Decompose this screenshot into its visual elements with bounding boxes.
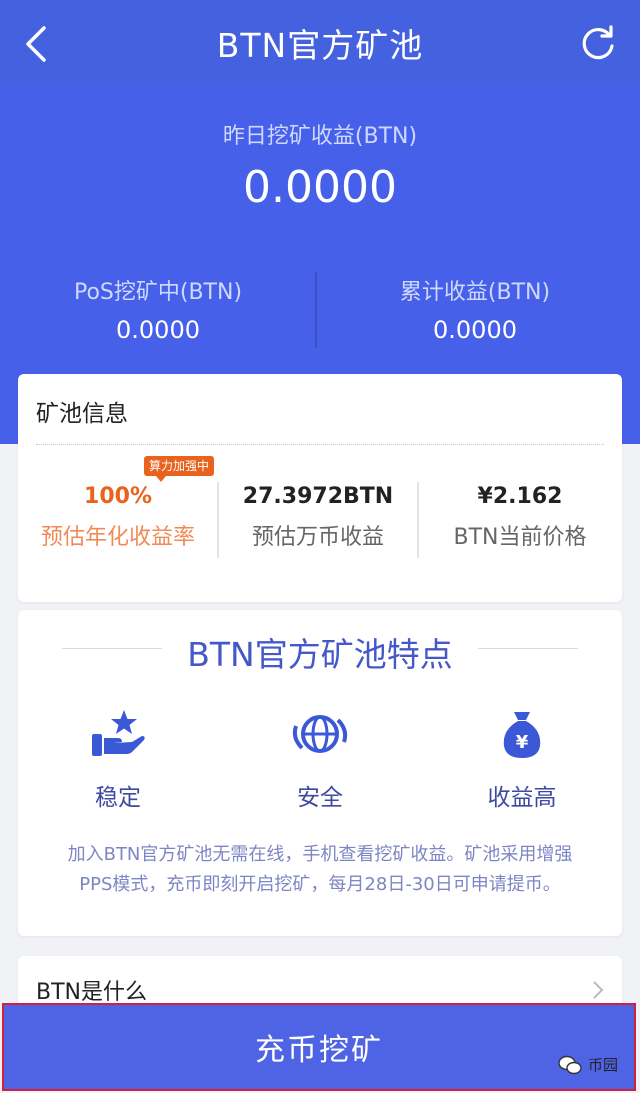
pool-info-card: 矿池信息 算力加强中 100% 预估年化收益率 27.3972BTN 预估万币收… <box>18 374 622 602</box>
per-10k-earnings-label: 预估万币收益 <box>251 525 384 550</box>
chevron-right-icon <box>593 981 604 999</box>
pos-mining-stat: PoS挖矿中(BTN) 0.0000 <box>0 274 316 344</box>
title-line-right <box>478 648 578 649</box>
annual-yield-stat: 100% 预估年化收益率 <box>18 484 218 551</box>
features-card: BTN官方矿池特点 稳定 安全 ¥ 收益高 加入BTN官方矿池无需在线，手机查看… <box>18 610 622 936</box>
description-line: 加入BTN官方矿池无需在线，手机查看挖矿收益。矿池采用增强 <box>67 844 573 865</box>
per-10k-earnings-stat: 27.3972BTN 预估万币收益 <box>218 484 418 551</box>
annual-yield-value: 100% <box>84 484 152 509</box>
feature-high-yield-label: 收益高 <box>487 785 557 811</box>
money-bag-icon: ¥ <box>503 712 541 758</box>
annual-yield-label: 预估年化收益率 <box>40 525 195 550</box>
deposit-mine-label: 充币挖矿 <box>255 1033 383 1068</box>
yesterday-earnings-value: 0.0000 <box>243 162 397 213</box>
svg-text:¥: ¥ <box>516 732 529 753</box>
refresh-icon[interactable] <box>580 24 616 62</box>
feature-stable: 稳定 <box>28 708 208 812</box>
hand-star-icon <box>92 710 145 756</box>
globe-shield-icon <box>292 715 348 753</box>
top-bar: BTN官方矿池 <box>0 0 640 86</box>
total-earnings-stat: 累计收益(BTN) 0.0000 <box>317 274 633 344</box>
btn-price-value: ¥2.162 <box>477 484 563 509</box>
features-title: BTN官方矿池特点 <box>187 635 453 674</box>
page-title: BTN官方矿池 <box>216 26 424 65</box>
watermark-text: 币园 <box>587 1056 618 1074</box>
watermark: 币园 <box>558 1054 618 1075</box>
pos-mining-label: PoS挖矿中(BTN) <box>73 280 243 305</box>
features-description: 加入BTN官方矿池无需在线，手机查看挖矿收益。矿池采用增强 PPS模式，充币即刻… <box>20 840 620 900</box>
feature-stable-label: 稳定 <box>95 785 141 811</box>
hashrate-boost-badge: 算力加强中 <box>144 456 215 482</box>
feature-secure: 安全 <box>230 708 410 812</box>
what-is-btn-title: BTN是什么 <box>36 980 147 1005</box>
dotted-divider <box>36 444 604 445</box>
deposit-mine-button[interactable]: 充币挖矿 <box>2 1003 636 1091</box>
total-earnings-label: 累计收益(BTN) <box>399 280 551 305</box>
pos-mining-value: 0.0000 <box>116 316 200 344</box>
feature-high-yield: ¥ 收益高 <box>432 708 612 812</box>
yesterday-earnings-label: 昨日挖矿收益(BTN) <box>222 124 418 149</box>
back-arrow-icon[interactable] <box>22 24 52 64</box>
per-10k-earnings-value: 27.3972BTN <box>242 484 394 509</box>
btn-price-stat: ¥2.162 BTN当前价格 <box>418 484 622 551</box>
pool-info-title: 矿池信息 <box>36 401 128 427</box>
wechat-icon <box>558 1055 582 1074</box>
feature-secure-label: 安全 <box>297 785 343 811</box>
btn-price-label: BTN当前价格 <box>453 525 587 550</box>
description-line: PPS模式，充币即刻开启挖矿，每月28日-30日可申请提币。 <box>79 874 561 895</box>
total-earnings-value: 0.0000 <box>433 316 517 344</box>
